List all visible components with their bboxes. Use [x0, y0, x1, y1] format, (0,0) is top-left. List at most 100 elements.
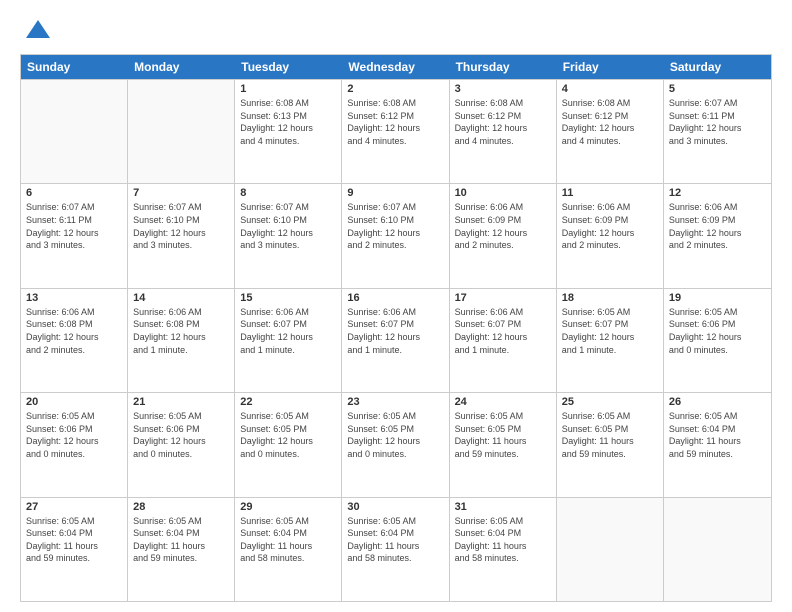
day-info: Sunrise: 6:07 AM Sunset: 6:10 PM Dayligh…	[133, 201, 229, 251]
calendar-cell: 16Sunrise: 6:06 AM Sunset: 6:07 PM Dayli…	[342, 289, 449, 392]
day-info: Sunrise: 6:08 AM Sunset: 6:12 PM Dayligh…	[455, 97, 551, 147]
header-day: Saturday	[664, 55, 771, 79]
day-info: Sunrise: 6:06 AM Sunset: 6:08 PM Dayligh…	[26, 306, 122, 356]
day-number: 24	[455, 396, 551, 408]
header-day: Sunday	[21, 55, 128, 79]
calendar-cell: 29 Sunrise: 6:05 AM Sunset: 6:04 PM Dayli…	[235, 498, 342, 601]
day-info: Sunrise: 6:06 AM Sunset: 6:09 PM Dayligh…	[562, 201, 658, 251]
header-day: Wednesday	[342, 55, 449, 79]
calendar-cell: 30 Sunrise: 6:05 AM Sunset: 6:04 PM Dayli…	[342, 498, 449, 601]
calendar-cell: 6 Sunrise: 6:07 AM Sunset: 6:11 PM Daylig…	[21, 184, 128, 287]
day-number: 29	[240, 501, 336, 513]
calendar-body: 1 Sunrise: 6:08 AM Sunset: 6:13 PM Daylig…	[21, 79, 771, 601]
calendar: SundayMondayTuesdayWednesdayThursdayFrid…	[20, 54, 772, 602]
day-number: 30	[347, 501, 443, 513]
day-info: Sunrise: 6:05 AM Sunset: 6:06 PM Dayligh…	[133, 410, 229, 460]
day-info: Sunrise: 6:06 AM Sunset: 6:09 PM Dayligh…	[669, 201, 766, 251]
day-number: 19	[669, 292, 766, 304]
calendar-cell: 26Sunrise: 6:05 AM Sunset: 6:04 PM Dayli…	[664, 393, 771, 496]
calendar-cell: 25Sunrise: 6:05 AM Sunset: 6:05 PM Dayli…	[557, 393, 664, 496]
day-number: 21	[133, 396, 229, 408]
calendar-cell: 9 Sunrise: 6:07 AM Sunset: 6:10 PM Daylig…	[342, 184, 449, 287]
day-info: Sunrise: 6:05 AM Sunset: 6:04 PM Dayligh…	[455, 515, 551, 565]
day-number: 17	[455, 292, 551, 304]
header-day: Friday	[557, 55, 664, 79]
calendar-cell	[21, 80, 128, 183]
calendar-cell: 10Sunrise: 6:06 AM Sunset: 6:09 PM Dayli…	[450, 184, 557, 287]
calendar-cell: 23 Sunrise: 6:05 AM Sunset: 6:05 PM Dayli…	[342, 393, 449, 496]
day-number: 13	[26, 292, 122, 304]
day-number: 1	[240, 83, 336, 95]
day-info: Sunrise: 6:06 AM Sunset: 6:07 PM Dayligh…	[347, 306, 443, 356]
calendar-cell: 18 Sunrise: 6:05 AM Sunset: 6:07 PM Dayli…	[557, 289, 664, 392]
day-number: 5	[669, 83, 766, 95]
day-info: Sunrise: 6:05 AM Sunset: 6:04 PM Dayligh…	[347, 515, 443, 565]
day-info: Sunrise: 6:06 AM Sunset: 6:08 PM Dayligh…	[133, 306, 229, 356]
calendar-cell: 2Sunrise: 6:08 AM Sunset: 6:12 PM Daylig…	[342, 80, 449, 183]
day-number: 20	[26, 396, 122, 408]
day-info: Sunrise: 6:07 AM Sunset: 6:11 PM Dayligh…	[669, 97, 766, 147]
calendar-cell: 24 Sunrise: 6:05 AM Sunset: 6:05 PM Dayli…	[450, 393, 557, 496]
calendar-row: 27 Sunrise: 6:05 AM Sunset: 6:04 PM Dayli…	[21, 497, 771, 601]
calendar-cell: 12 Sunrise: 6:06 AM Sunset: 6:09 PM Dayli…	[664, 184, 771, 287]
calendar-cell: 31Sunrise: 6:05 AM Sunset: 6:04 PM Dayli…	[450, 498, 557, 601]
day-info: Sunrise: 6:07 AM Sunset: 6:11 PM Dayligh…	[26, 201, 122, 251]
calendar-row: 6 Sunrise: 6:07 AM Sunset: 6:11 PM Daylig…	[21, 183, 771, 287]
day-number: 15	[240, 292, 336, 304]
day-info: Sunrise: 6:05 AM Sunset: 6:07 PM Dayligh…	[562, 306, 658, 356]
header-day: Tuesday	[235, 55, 342, 79]
calendar-cell: 1 Sunrise: 6:08 AM Sunset: 6:13 PM Daylig…	[235, 80, 342, 183]
calendar-cell	[557, 498, 664, 601]
calendar-row: 20 Sunrise: 6:05 AM Sunset: 6:06 PM Dayli…	[21, 392, 771, 496]
day-info: Sunrise: 6:05 AM Sunset: 6:05 PM Dayligh…	[240, 410, 336, 460]
calendar-cell: 20 Sunrise: 6:05 AM Sunset: 6:06 PM Dayli…	[21, 393, 128, 496]
day-info: Sunrise: 6:05 AM Sunset: 6:04 PM Dayligh…	[240, 515, 336, 565]
calendar-cell: 4 Sunrise: 6:08 AM Sunset: 6:12 PM Daylig…	[557, 80, 664, 183]
day-info: Sunrise: 6:08 AM Sunset: 6:13 PM Dayligh…	[240, 97, 336, 147]
day-info: Sunrise: 6:05 AM Sunset: 6:06 PM Dayligh…	[669, 306, 766, 356]
calendar-cell: 5 Sunrise: 6:07 AM Sunset: 6:11 PM Daylig…	[664, 80, 771, 183]
calendar-cell: 27 Sunrise: 6:05 AM Sunset: 6:04 PM Dayli…	[21, 498, 128, 601]
logo	[20, 16, 52, 44]
calendar-row: 13 Sunrise: 6:06 AM Sunset: 6:08 PM Dayli…	[21, 288, 771, 392]
day-number: 28	[133, 501, 229, 513]
day-info: Sunrise: 6:05 AM Sunset: 6:04 PM Dayligh…	[26, 515, 122, 565]
day-number: 26	[669, 396, 766, 408]
day-number: 4	[562, 83, 658, 95]
day-info: Sunrise: 6:08 AM Sunset: 6:12 PM Dayligh…	[562, 97, 658, 147]
calendar-cell	[128, 80, 235, 183]
day-info: Sunrise: 6:05 AM Sunset: 6:05 PM Dayligh…	[455, 410, 551, 460]
calendar-cell: 14 Sunrise: 6:06 AM Sunset: 6:08 PM Dayli…	[128, 289, 235, 392]
day-number: 7	[133, 187, 229, 199]
calendar-cell: 22 Sunrise: 6:05 AM Sunset: 6:05 PM Dayli…	[235, 393, 342, 496]
calendar-cell: 7 Sunrise: 6:07 AM Sunset: 6:10 PM Daylig…	[128, 184, 235, 287]
calendar-cell: 13 Sunrise: 6:06 AM Sunset: 6:08 PM Dayli…	[21, 289, 128, 392]
day-number: 18	[562, 292, 658, 304]
day-number: 6	[26, 187, 122, 199]
calendar-cell: 8 Sunrise: 6:07 AM Sunset: 6:10 PM Daylig…	[235, 184, 342, 287]
day-number: 23	[347, 396, 443, 408]
day-number: 11	[562, 187, 658, 199]
day-number: 27	[26, 501, 122, 513]
day-number: 2	[347, 83, 443, 95]
day-number: 9	[347, 187, 443, 199]
day-info: Sunrise: 6:07 AM Sunset: 6:10 PM Dayligh…	[347, 201, 443, 251]
day-info: Sunrise: 6:05 AM Sunset: 6:05 PM Dayligh…	[347, 410, 443, 460]
calendar-header: SundayMondayTuesdayWednesdayThursdayFrid…	[21, 55, 771, 79]
calendar-cell: 19 Sunrise: 6:05 AM Sunset: 6:06 PM Dayli…	[664, 289, 771, 392]
day-number: 12	[669, 187, 766, 199]
day-number: 14	[133, 292, 229, 304]
day-number: 25	[562, 396, 658, 408]
header	[20, 16, 772, 44]
header-day: Monday	[128, 55, 235, 79]
calendar-cell: 3Sunrise: 6:08 AM Sunset: 6:12 PM Daylig…	[450, 80, 557, 183]
calendar-cell: 28Sunrise: 6:05 AM Sunset: 6:04 PM Dayli…	[128, 498, 235, 601]
day-info: Sunrise: 6:05 AM Sunset: 6:06 PM Dayligh…	[26, 410, 122, 460]
day-number: 22	[240, 396, 336, 408]
day-number: 8	[240, 187, 336, 199]
calendar-cell	[664, 498, 771, 601]
calendar-cell: 17Sunrise: 6:06 AM Sunset: 6:07 PM Dayli…	[450, 289, 557, 392]
day-info: Sunrise: 6:07 AM Sunset: 6:10 PM Dayligh…	[240, 201, 336, 251]
header-day: Thursday	[450, 55, 557, 79]
calendar-row: 1 Sunrise: 6:08 AM Sunset: 6:13 PM Daylig…	[21, 79, 771, 183]
